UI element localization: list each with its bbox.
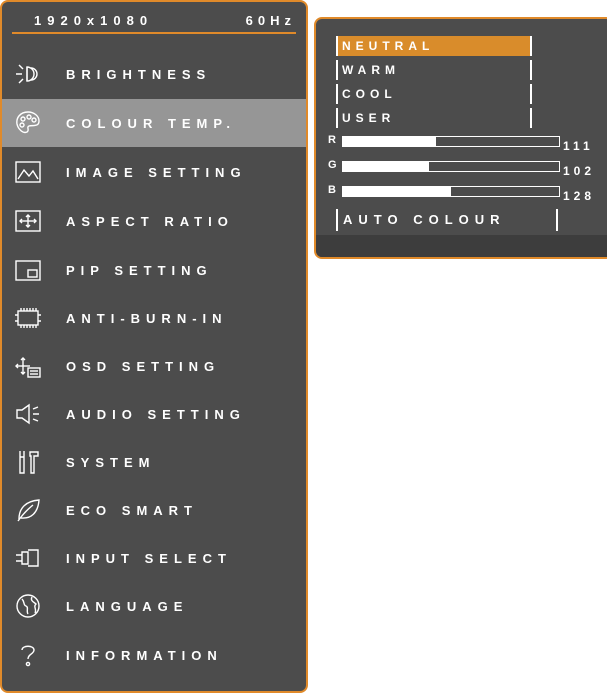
menu-item-osd-setting[interactable]: OSD SETTING <box>2 342 306 390</box>
menu-item-brightness[interactable]: BRIGHTNESS <box>2 50 306 98</box>
leaf-icon <box>17 499 40 522</box>
menu-item-system[interactable]: SYSTEM <box>2 438 306 486</box>
image-icon <box>15 161 41 183</box>
menu-item-label: AUDIO SETTING <box>66 406 246 422</box>
menu-item-label: ANTI-BURN-IN <box>66 310 228 326</box>
menu-item-label: INFORMATION <box>66 647 223 663</box>
menu-item-eco-smart[interactable]: ECO SMART <box>2 486 306 534</box>
menu-item-aspect-ratio[interactable]: ASPECT RATIO <box>2 197 306 245</box>
menu-item-label: INPUT SELECT <box>66 550 232 566</box>
menu-item-label: COLOUR TEMP. <box>66 115 236 131</box>
submenu-footer <box>316 235 607 257</box>
slider-red[interactable]: R 111 <box>328 134 607 153</box>
colour-temp-submenu: NEUTRAL WARM COOL USER R 111 G 102 B 128… <box>314 17 607 259</box>
main-menu-panel: 1920x1080 60Hz BRIGHTNESS COLOUR TEMP. I… <box>0 0 308 693</box>
resolution-text: 1920x1080 <box>34 12 154 28</box>
menu-item-input-select[interactable]: INPUT SELECT <box>2 534 306 582</box>
option-warm[interactable]: WARM <box>336 60 532 80</box>
aspect-ratio-icon <box>15 210 41 232</box>
slider-value: 128 <box>563 189 596 203</box>
channel-label: B <box>328 184 336 196</box>
menu-item-pip-setting[interactable]: PIP SETTING <box>2 246 306 294</box>
slider-fill <box>343 162 430 171</box>
option-user[interactable]: USER <box>336 108 532 128</box>
menu-item-label: ECO SMART <box>66 502 198 518</box>
resolution-bar: 1920x1080 60Hz <box>12 12 296 34</box>
auto-colour-button[interactable]: AUTO COLOUR <box>336 209 558 231</box>
palette-icon <box>16 111 40 134</box>
menu-item-label: OSD SETTING <box>66 358 221 374</box>
slider-fill <box>343 137 436 146</box>
slider-value: 111 <box>563 139 594 153</box>
slider-track[interactable] <box>342 186 560 197</box>
menu-item-language[interactable]: LANGUAGE <box>2 582 306 630</box>
slider-track[interactable] <box>342 136 560 147</box>
menu-item-information[interactable]: INFORMATION <box>2 631 306 679</box>
globe-icon <box>16 594 40 618</box>
menu-item-label: IMAGE SETTING <box>66 164 247 180</box>
slider-fill <box>343 187 451 196</box>
channel-label: R <box>328 134 336 146</box>
menu-item-label: LANGUAGE <box>66 598 189 614</box>
menu-item-image-setting[interactable]: IMAGE SETTING <box>2 148 306 196</box>
menu-item-label: SYSTEM <box>66 454 156 470</box>
menu-item-label: BRIGHTNESS <box>66 66 212 82</box>
slider-green[interactable]: G 102 <box>328 159 607 178</box>
osd-icon <box>15 357 41 378</box>
menu-item-anti-burn-in[interactable]: ANTI-BURN-IN <box>2 294 306 342</box>
channel-label: G <box>328 159 337 171</box>
option-neutral[interactable]: NEUTRAL <box>336 36 532 56</box>
menu-item-label: PIP SETTING <box>66 262 213 278</box>
option-cool[interactable]: COOL <box>336 84 532 104</box>
refresh-rate-text: 60Hz <box>245 12 296 28</box>
question-icon <box>21 645 35 667</box>
menu-item-label: ASPECT RATIO <box>66 213 234 229</box>
slider-track[interactable] <box>342 161 560 172</box>
menu-item-audio-setting[interactable]: AUDIO SETTING <box>2 390 306 438</box>
slider-blue[interactable]: B 128 <box>328 184 607 203</box>
chip-icon <box>15 308 41 328</box>
pip-icon <box>15 260 41 281</box>
speaker-icon <box>16 403 39 425</box>
brightness-icon <box>16 64 38 84</box>
menu-item-colour-temp[interactable]: COLOUR TEMP. <box>2 99 306 147</box>
slider-value: 102 <box>563 164 596 178</box>
tools-icon <box>19 451 39 474</box>
input-plug-icon <box>16 549 39 567</box>
